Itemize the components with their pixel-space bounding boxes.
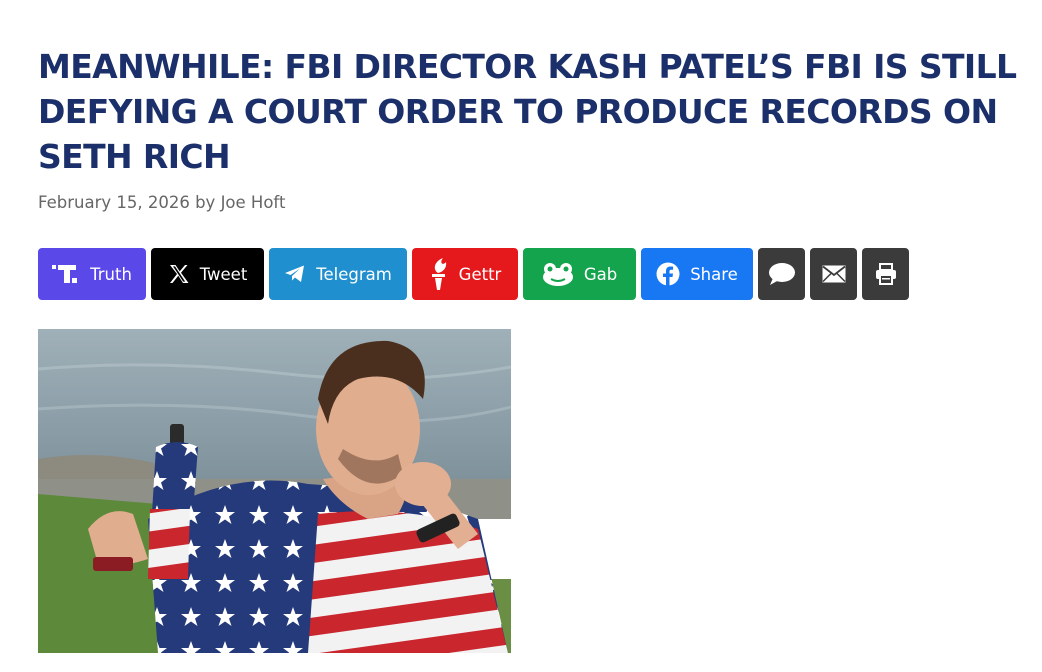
gettr-icon xyxy=(429,257,449,291)
share-facebook-label: Share xyxy=(690,264,738,284)
facebook-icon xyxy=(656,262,680,286)
article-headline: MEANWHILE: FBI DIRECTOR KASH PATEL’S FBI… xyxy=(38,44,1018,179)
share-gab-label: Gab xyxy=(583,264,618,284)
share-truth-button[interactable]: Truth xyxy=(38,248,146,300)
gab-frog-icon xyxy=(542,262,574,286)
share-gettr-label: Gettr xyxy=(458,264,502,284)
print-button[interactable] xyxy=(862,248,909,300)
email-button[interactable] xyxy=(810,248,857,300)
email-icon xyxy=(821,265,846,283)
share-gab-button[interactable]: Gab xyxy=(523,248,636,300)
share-tweet-label: Tweet xyxy=(199,264,248,284)
truth-social-icon xyxy=(52,263,80,285)
hero-photo xyxy=(38,329,511,653)
share-gettr-button[interactable]: Gettr xyxy=(412,248,518,300)
hero-image xyxy=(38,329,511,653)
comment-button[interactable] xyxy=(758,248,805,300)
headline-line-1: MEANWHILE: FBI DIRECTOR KASH PATEL’S FBI… xyxy=(38,47,1017,86)
share-bar: Truth Tweet Telegram Gettr Gab Share xyxy=(38,248,1018,300)
headline-line-3: SETH RICH xyxy=(38,137,231,176)
article-byline: February 15, 2026 by Joe Hoft xyxy=(38,193,286,212)
share-facebook-button[interactable]: Share xyxy=(641,248,753,300)
print-icon xyxy=(875,263,897,285)
article: MEANWHILE: FBI DIRECTOR KASH PATEL’S FBI… xyxy=(38,44,1018,653)
share-tweet-button[interactable]: Tweet xyxy=(151,248,264,300)
share-truth-label: Truth xyxy=(90,264,132,284)
telegram-icon xyxy=(284,264,306,284)
comment-icon xyxy=(768,262,796,286)
headline-line-2: DEFYING A COURT ORDER TO PRODUCE RECORDS… xyxy=(38,92,998,131)
share-telegram-label: Telegram xyxy=(316,264,392,284)
x-icon xyxy=(168,263,190,285)
share-telegram-button[interactable]: Telegram xyxy=(269,248,407,300)
